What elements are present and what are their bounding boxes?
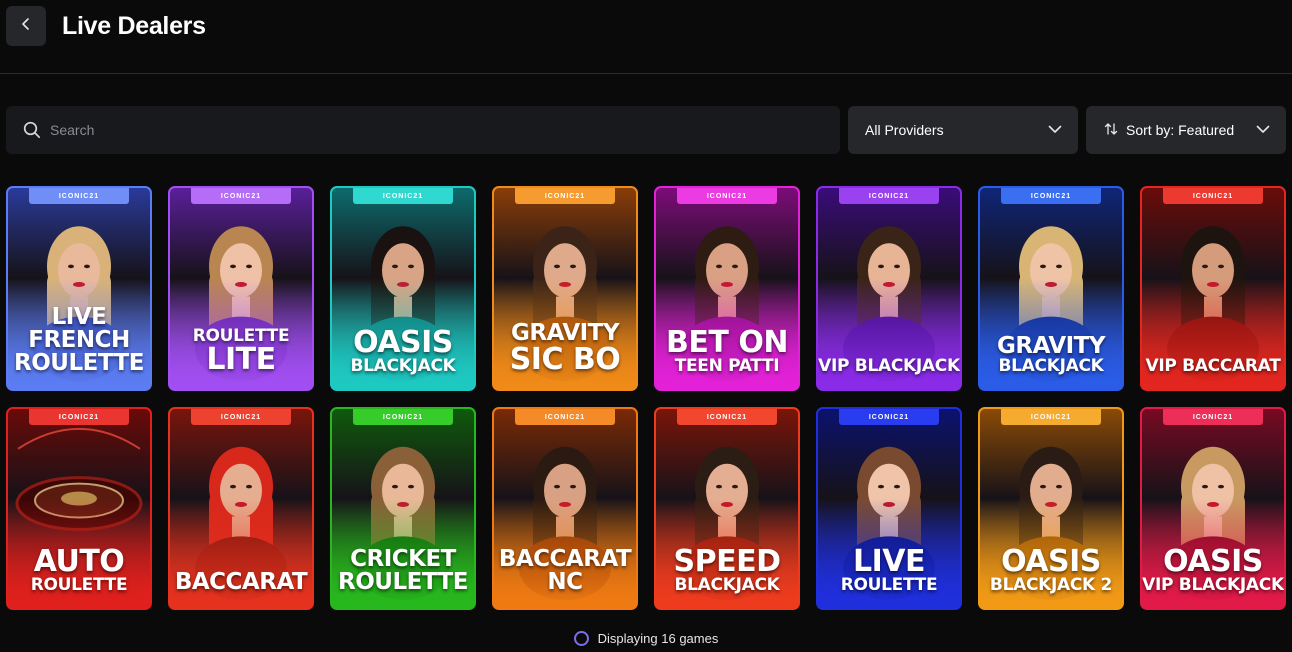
game-title: BET ON TEEN PATTI (656, 328, 798, 375)
provider-tag: ICONIC21 (353, 188, 453, 204)
chevron-down-icon (1256, 122, 1270, 139)
game-title-line-1: LIVE (853, 544, 926, 579)
providers-dropdown-label: All Providers (865, 122, 944, 138)
game-title: AUTO ROULETTE (8, 547, 150, 594)
game-title-line-2: ROULETTE (14, 350, 144, 376)
game-title: CRICKET ROULETTE (332, 548, 474, 594)
game-title-line-1: GRAVITY (996, 333, 1106, 359)
provider-tag: ICONIC21 (353, 409, 453, 425)
game-title: GRAVITY SIC BO (494, 322, 636, 375)
game-title: BACCARAT (170, 571, 312, 594)
game-card[interactable]: ICONIC21 LIVE FRENCH ROULETTE (6, 186, 152, 391)
provider-tag: ICONIC21 (677, 188, 777, 204)
search-input[interactable] (50, 110, 810, 150)
game-title-line-2: TEEN PATTI (674, 356, 780, 376)
game-title: BACCARAT NC (494, 548, 636, 594)
game-title-line-2: BLACKJACK 2 (989, 575, 1113, 595)
game-card[interactable]: ICONIC21 BET ON TEEN PATTI (654, 186, 800, 391)
game-title: VIP BLACKJACK (818, 358, 960, 375)
provider-tag: ICONIC21 (1001, 409, 1101, 425)
game-title: VIP BACCARAT (1142, 358, 1284, 375)
provider-tag: ICONIC21 (515, 409, 615, 425)
game-title-line-1: VIP BACCARAT (1145, 356, 1281, 376)
game-card[interactable]: ICONIC21 GRAVITY SIC BO (492, 186, 638, 391)
results-status: Displaying 16 games (0, 628, 1292, 648)
game-card[interactable]: ICONIC21 LIVE ROULETTE (816, 407, 962, 610)
game-title-line-2: BLACKJACK (998, 356, 1104, 376)
provider-tag: ICONIC21 (839, 409, 939, 425)
game-title: OASIS VIP BLACKJACK (1142, 547, 1284, 594)
game-card[interactable]: ICONIC21 BACCARAT (168, 407, 314, 610)
game-card[interactable]: ICONIC21 AUTO ROULETTE (6, 407, 152, 610)
game-card[interactable]: ICONIC21 ROULETTE LITE (168, 186, 314, 391)
game-title-line-1: BACCARAT NC (498, 546, 632, 595)
provider-tag: ICONIC21 (839, 188, 939, 204)
chevron-down-icon (1048, 122, 1062, 139)
loading-ring-icon (573, 630, 589, 646)
game-title-line-2: ROULETTE (30, 575, 128, 595)
game-card[interactable]: ICONIC21 OASIS BLACKJACK 2 (978, 407, 1124, 610)
provider-tag: ICONIC21 (515, 188, 615, 204)
provider-tag: ICONIC21 (29, 188, 129, 204)
game-card[interactable]: ICONIC21 VIP BLACKJACK (816, 186, 962, 391)
game-title: GRAVITY BLACKJACK (980, 335, 1122, 375)
game-title: ROULETTE LITE (170, 328, 312, 375)
game-title-line-2: ROULETTE (338, 569, 468, 595)
header-bar: Live Dealers (0, 0, 1292, 74)
game-title-line-1: OASIS (1001, 544, 1101, 579)
provider-tag: ICONIC21 (1163, 409, 1263, 425)
provider-tag: ICONIC21 (1163, 188, 1263, 204)
provider-tag: ICONIC21 (191, 188, 291, 204)
game-title: LIVE ROULETTE (818, 547, 960, 594)
game-title-line-1: OASIS (353, 325, 453, 360)
chevron-left-icon (19, 17, 33, 36)
game-card[interactable]: ICONIC21 OASIS VIP BLACKJACK (1140, 407, 1286, 610)
sort-dropdown[interactable]: Sort by: Featured (1086, 106, 1286, 154)
provider-tag: ICONIC21 (191, 409, 291, 425)
game-title-line-2: BLACKJACK (350, 356, 456, 376)
game-card[interactable]: ICONIC21 BACCARAT NC (492, 407, 638, 610)
game-title-line-2: VIP BLACKJACK (1142, 575, 1284, 595)
back-button[interactable] (6, 6, 46, 46)
game-title-line-2: LITE (206, 342, 276, 377)
game-card[interactable]: ICONIC21 CRICKET ROULETTE (330, 407, 476, 610)
provider-tag: ICONIC21 (29, 409, 129, 425)
game-title-line-1: CRICKET (350, 546, 456, 572)
game-card[interactable]: ICONIC21 GRAVITY BLACKJACK (978, 186, 1124, 391)
search-icon (22, 120, 42, 140)
game-title: OASIS BLACKJACK (332, 328, 474, 375)
game-title-line-1: VIP BLACKJACK (818, 356, 960, 376)
sort-dropdown-label: Sort by: Featured (1126, 122, 1235, 138)
provider-tag: ICONIC21 (1001, 188, 1101, 204)
game-card[interactable]: ICONIC21 VIP BACCARAT (1140, 186, 1286, 391)
providers-dropdown[interactable]: All Providers (848, 106, 1078, 154)
game-grid: ICONIC21 LIVE FRENCH ROULETTE ICONIC21 ROULE… (6, 186, 1286, 610)
game-title-line-2: ROULETTE (840, 575, 938, 595)
game-title: LIVE FRENCH ROULETTE (8, 306, 150, 375)
results-count-text: Displaying 16 games (597, 630, 719, 646)
game-title: OASIS BLACKJACK 2 (980, 547, 1122, 594)
game-title-line-2: SIC BO (509, 342, 621, 377)
game-title-line-1: LIVE FRENCH (28, 304, 130, 353)
game-title-line-1: SPEED (673, 544, 781, 579)
page-title: Live Dealers (62, 12, 206, 40)
game-card[interactable]: ICONIC21 SPEED BLACKJACK (654, 407, 800, 610)
game-title-line-2: BLACKJACK (674, 575, 780, 595)
provider-tag: ICONIC21 (677, 409, 777, 425)
sort-arrows-icon (1104, 122, 1118, 139)
game-title-line-1: BET ON (666, 325, 788, 360)
game-card[interactable]: ICONIC21 OASIS BLACKJACK (330, 186, 476, 391)
game-title-line-1: BACCARAT (174, 569, 308, 595)
game-title-line-1: OASIS (1163, 544, 1263, 579)
search-bar[interactable] (6, 106, 840, 154)
game-title: SPEED BLACKJACK (656, 547, 798, 594)
game-title-line-1: AUTO (33, 544, 125, 579)
